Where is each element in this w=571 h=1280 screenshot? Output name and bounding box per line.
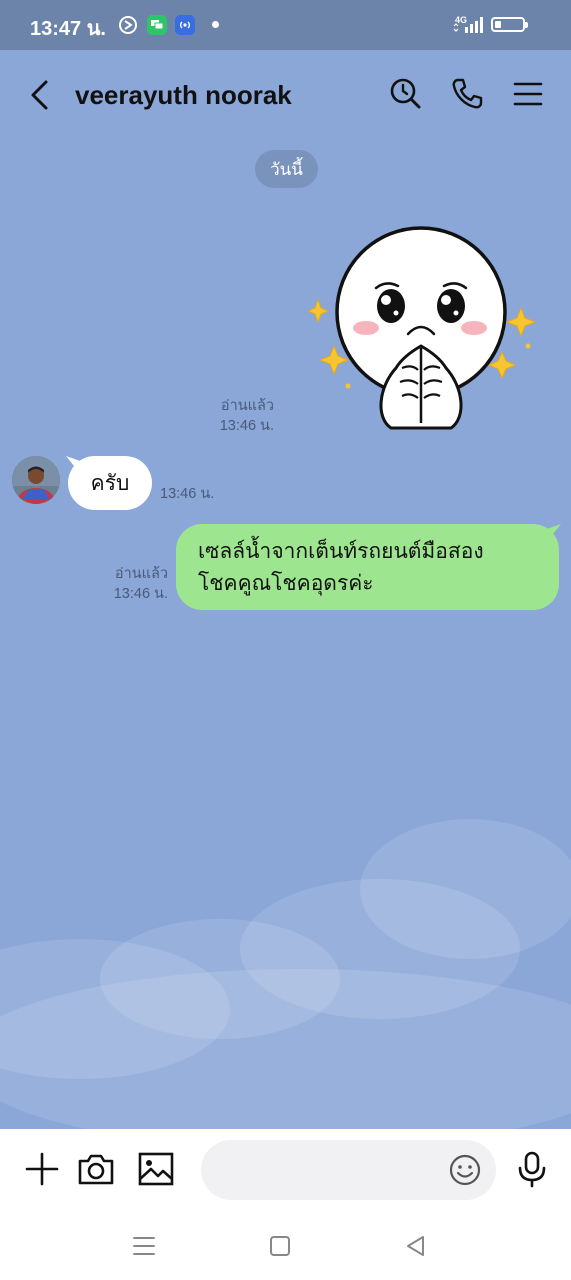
- chat-area[interactable]: วันนี้ อ่านแล้ว 13:46 น. ครับ 13:46 น. อ…: [0, 142, 571, 1129]
- recent-apps-icon[interactable]: [129, 1231, 159, 1261]
- date-separator: วันนี้: [255, 150, 318, 188]
- incoming-message-bubble[interactable]: ครับ: [68, 456, 152, 510]
- message-time-incoming: 13:46 น.: [160, 486, 215, 502]
- message-time: 13:46 น.: [219, 418, 274, 434]
- avatar[interactable]: [12, 456, 60, 504]
- chat-notification-icon: [147, 15, 167, 35]
- status-bar: 13:47 น. 4G: [0, 0, 571, 50]
- message-line: โชคคูณโชคอุดรค่ะ: [198, 571, 374, 595]
- system-navigation-bar: [0, 1209, 571, 1280]
- plus-icon[interactable]: [22, 1149, 62, 1189]
- clouds-background: [0, 819, 571, 1129]
- message-meta-outgoing: อ่านแล้ว 13:46 น.: [96, 564, 168, 604]
- read-receipt: อ่านแล้ว: [220, 398, 274, 414]
- emoji-icon[interactable]: [448, 1153, 482, 1187]
- back-arrow-icon[interactable]: [26, 78, 56, 112]
- message-input-bar: [0, 1129, 571, 1209]
- phone-icon[interactable]: [449, 76, 485, 112]
- camera-icon[interactable]: [76, 1149, 116, 1189]
- menu-icon[interactable]: [510, 76, 546, 112]
- home-icon[interactable]: [265, 1231, 295, 1261]
- message-meta-sticker: อ่านแล้ว 13:46 น.: [200, 396, 274, 436]
- signal-icon: 4G: [452, 14, 486, 40]
- hotspot-icon: [175, 15, 195, 35]
- search-icon[interactable]: [388, 76, 424, 112]
- notification-dot: [212, 21, 219, 28]
- chat-header: veerayuth noorak: [0, 50, 571, 142]
- status-time: 13:47 น.: [30, 18, 106, 40]
- image-icon[interactable]: [136, 1149, 176, 1189]
- microphone-icon[interactable]: [512, 1149, 552, 1189]
- media-cast-icon: [118, 15, 138, 35]
- message-time: 13:46 น.: [113, 586, 168, 602]
- chat-title[interactable]: veerayuth noorak: [75, 80, 292, 111]
- network-type-label: 4G: [455, 15, 467, 25]
- message-line: เซลล์น้ำจากเต็นท์รถยนต์มือสอง: [198, 539, 484, 563]
- battery-icon: [491, 17, 528, 32]
- outgoing-message-bubble[interactable]: เซลล์น้ำจากเต็นท์รถยนต์มือสอง โชคคูณโชคอ…: [176, 524, 559, 610]
- read-receipt: อ่านแล้ว: [114, 566, 168, 582]
- crying-white-face-sticker[interactable]: [306, 218, 542, 432]
- back-icon[interactable]: [401, 1231, 431, 1261]
